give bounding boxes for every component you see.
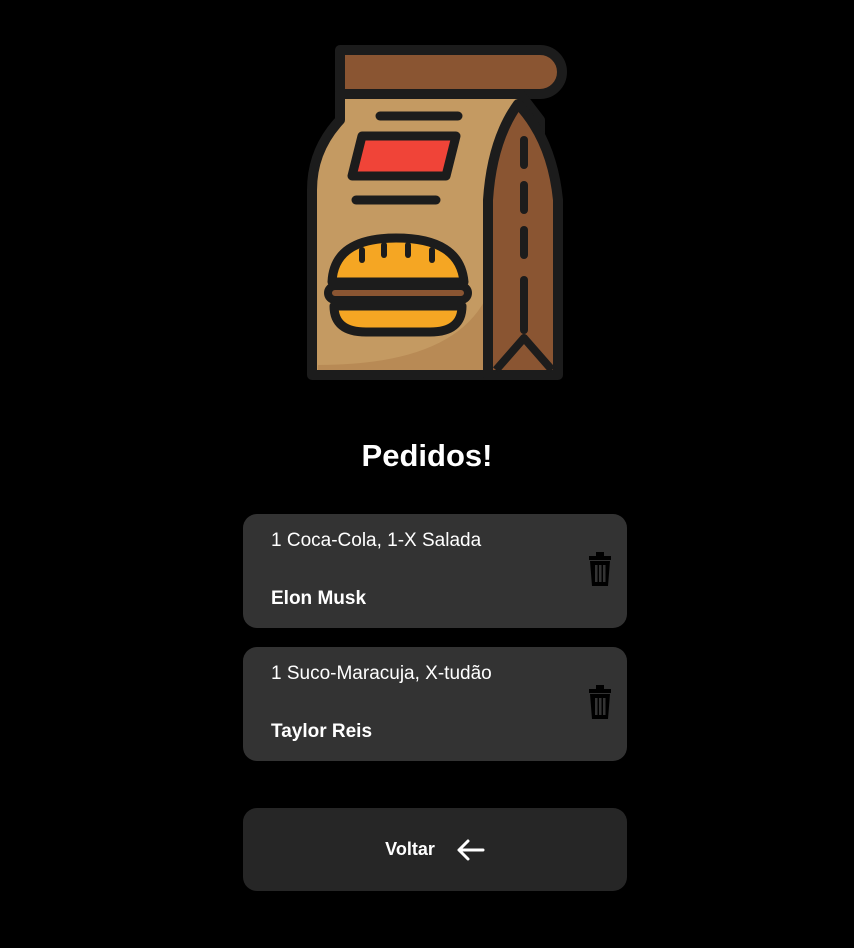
orders-page: Pedidos! 1 Coca-Cola, 1-X Salada Elon Mu…	[0, 0, 854, 948]
order-customer-name: Elon Musk	[271, 588, 367, 609]
arrow-left-icon	[457, 839, 485, 860]
order-items: 1 Suco-Maracuja, X-tudão	[271, 663, 492, 684]
order-card: 1 Coca-Cola, 1-X Salada Elon Musk	[243, 514, 627, 628]
trash-icon[interactable]	[587, 685, 613, 719]
back-button[interactable]: Voltar	[243, 808, 627, 891]
food-bag-burger-icon	[307, 45, 567, 380]
order-card: 1 Suco-Maracuja, X-tudão Taylor Reis	[243, 647, 627, 761]
back-button-label: Voltar	[385, 839, 435, 859]
order-items: 1 Coca-Cola, 1-X Salada	[271, 530, 482, 551]
page-title: Pedidos!	[361, 438, 493, 473]
trash-icon[interactable]	[587, 552, 613, 586]
order-customer-name: Taylor Reis	[271, 721, 373, 742]
